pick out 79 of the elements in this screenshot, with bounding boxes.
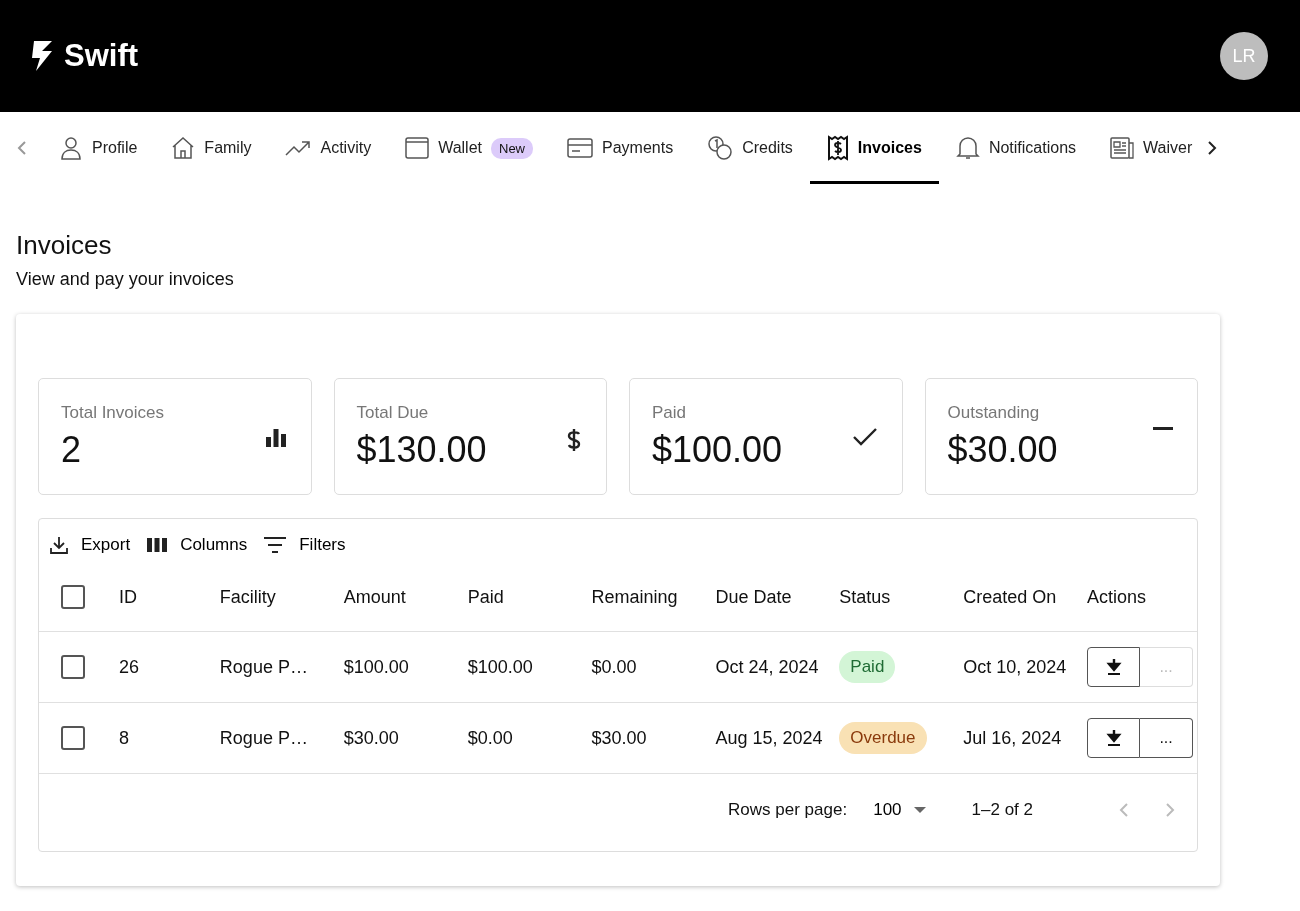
trend-up-icon <box>285 138 312 158</box>
table-cell: $100.00 <box>467 656 533 677</box>
page-title: Invoices <box>16 230 113 261</box>
stat-label: Outstanding <box>947 403 1041 423</box>
more-button[interactable]: ... <box>1140 718 1194 758</box>
receipt-dollar-icon <box>826 135 849 161</box>
download-button[interactable] <box>1087 647 1141 687</box>
toolbar-button[interactable]: Columns <box>146 531 254 559</box>
table-cell: Rogue P… <box>219 656 308 677</box>
download-icon <box>1105 729 1122 747</box>
minus-icon <box>1153 427 1173 430</box>
download-icon <box>49 535 69 555</box>
chevron-right-icon[interactable] <box>1206 140 1219 156</box>
nav-tab[interactable]: Invoices <box>809 112 939 184</box>
nav-tab[interactable]: Waiver <box>1093 112 1203 184</box>
stat-label: Total Due <box>356 403 430 423</box>
toolbar-button[interactable]: Export <box>49 531 137 559</box>
column-header[interactable]: Created On <box>963 586 1057 607</box>
table-cell: $100.00 <box>343 656 409 677</box>
nav-tab[interactable]: Wallet New <box>388 112 550 184</box>
credit-card-icon <box>567 138 593 158</box>
status-badge: Paid <box>839 651 896 683</box>
dollar-icon <box>566 427 582 453</box>
table-cell: $0.00 <box>467 727 513 748</box>
logo-text: Swift <box>64 38 139 74</box>
table-cell: $0.00 <box>591 656 637 677</box>
column-header[interactable]: Status <box>839 586 891 607</box>
toolbar-button[interactable]: Filters <box>263 531 352 559</box>
chevron-left-icon[interactable] <box>16 140 28 156</box>
download-button[interactable] <box>1087 718 1141 758</box>
newspaper-icon <box>1110 137 1135 159</box>
column-header[interactable]: Remaining <box>591 586 678 607</box>
select-all-checkbox[interactable] <box>61 585 85 609</box>
checkmark-icon <box>851 427 878 447</box>
stat-label: Paid <box>652 403 688 423</box>
caret-icon <box>913 807 926 813</box>
nav-tab[interactable]: Profile <box>42 112 155 184</box>
nav-tab[interactable]: Payments <box>550 112 691 184</box>
stat-value: $100.00 <box>652 429 783 471</box>
coins-icon <box>707 135 734 161</box>
bell-icon <box>955 135 980 161</box>
page-range: 1–2 of 2 <box>971 800 1033 820</box>
table-cell: Aug 15, 2024 <box>715 727 823 748</box>
rows-per-page-select[interactable]: 100 <box>867 799 932 821</box>
column-header[interactable]: Actions <box>1087 586 1147 607</box>
bar-chart-icon <box>264 427 287 447</box>
stat-value: 2 <box>61 429 83 471</box>
nav-tab[interactable]: Credits <box>690 112 810 184</box>
stat-label: Total Invoices <box>61 403 164 423</box>
table-cell: $30.00 <box>591 727 647 748</box>
table-cell: Jul 16, 2024 <box>963 727 1062 748</box>
table-cell: 26 <box>118 656 139 677</box>
nav-tab[interactable]: Family <box>154 112 269 184</box>
house-icon <box>171 136 196 160</box>
stat-value: $30.00 <box>947 429 1058 471</box>
stat-value: $130.00 <box>356 429 487 471</box>
columns-icon <box>146 537 169 553</box>
column-header[interactable]: Due Date <box>715 586 792 607</box>
rows-per-page-label: Rows per page: <box>728 800 848 820</box>
window-icon <box>405 137 430 159</box>
table-cell: 8 <box>118 727 129 748</box>
table-cell: Oct 24, 2024 <box>715 656 819 677</box>
table-cell: $30.00 <box>343 727 399 748</box>
table-cell: Oct 10, 2024 <box>963 656 1067 677</box>
row-checkbox[interactable] <box>61 726 85 750</box>
nav-tab[interactable]: Notifications <box>938 112 1094 184</box>
page-subtitle: View and pay your invoices <box>16 269 235 290</box>
download-icon <box>1105 658 1122 676</box>
filter-lines-icon <box>263 536 288 554</box>
column-header[interactable]: Facility <box>219 586 276 607</box>
column-header[interactable]: ID <box>118 586 137 607</box>
column-header[interactable]: Paid <box>467 586 504 607</box>
table-cell: Rogue P… <box>219 727 308 748</box>
column-header[interactable]: Amount <box>343 586 406 607</box>
person-icon <box>59 136 83 160</box>
row-checkbox[interactable] <box>61 655 85 679</box>
new-badge: New <box>491 137 533 159</box>
status-badge: Overdue <box>839 722 927 754</box>
nav-tab[interactable]: Activity <box>268 112 389 184</box>
